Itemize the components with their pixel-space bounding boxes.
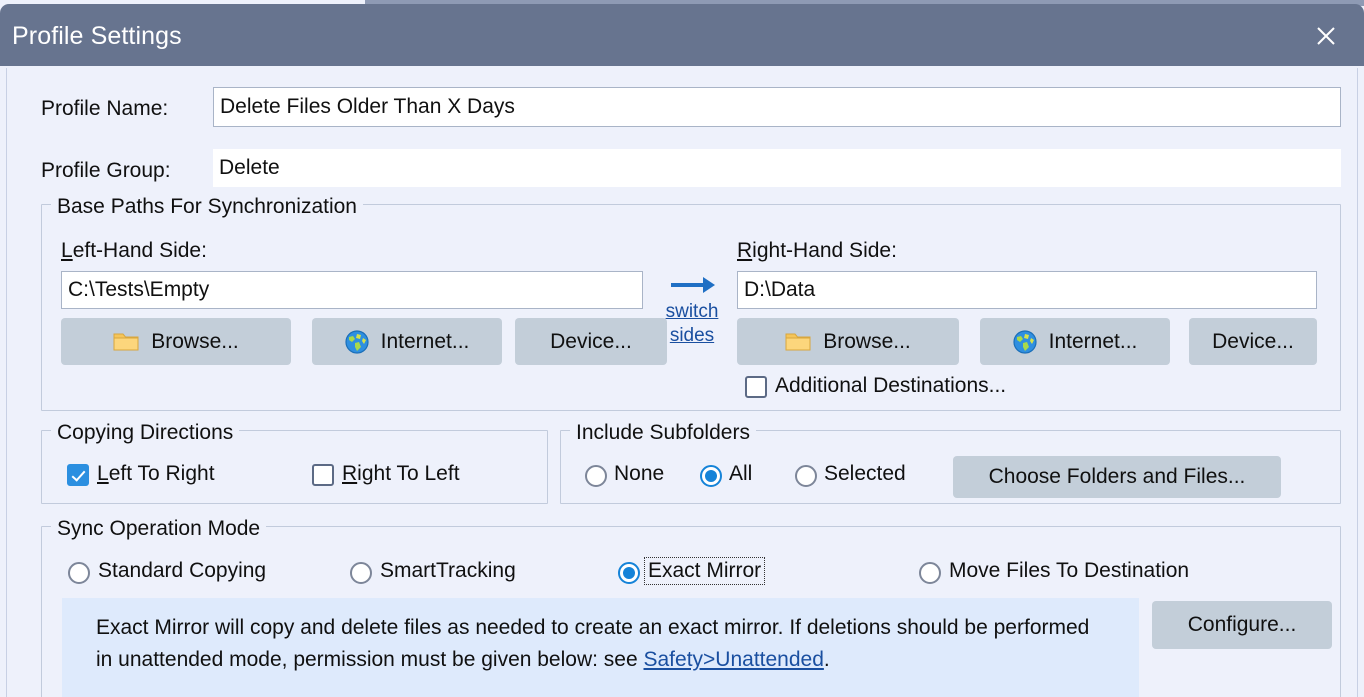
base-paths-legend: Base Paths For Synchronization xyxy=(51,195,363,219)
subfolders-radio-none[interactable] xyxy=(585,465,607,487)
left-hand-side-accel: L xyxy=(61,239,73,262)
sync-mode-label-move-files-to-destination[interactable]: Move Files To Destination xyxy=(949,559,1189,583)
sync-mode-radio-move-files-to-destination[interactable] xyxy=(919,562,941,584)
left-hand-side-label: Left-Hand Side: xyxy=(61,239,207,263)
sync-mode-radio-exact-mirror[interactable] xyxy=(618,562,640,584)
browse-left-button[interactable]: Browse... xyxy=(61,318,291,365)
profile-group-label: Profile Group: xyxy=(41,159,171,182)
globe-icon xyxy=(1013,329,1037,354)
additional-destinations-label[interactable]: Additional Destinations... xyxy=(775,374,1006,398)
folder-icon xyxy=(113,331,139,353)
globe-icon xyxy=(345,329,369,354)
dialog-body: Profile Name: Profile Group: Base Paths … xyxy=(6,68,1358,697)
copying-directions-legend: Copying Directions xyxy=(51,421,240,445)
folder-icon xyxy=(785,331,811,353)
choose-folders-and-files-label: Choose Folders and Files... xyxy=(988,465,1246,488)
left-hand-side-label-rest: eft-Hand Side: xyxy=(72,239,207,262)
additional-destinations-checkbox[interactable] xyxy=(745,376,767,398)
sync-mode-label-standard-copying[interactable]: Standard Copying xyxy=(98,559,266,583)
right-hand-side-input[interactable] xyxy=(737,271,1317,309)
browse-left-label: Browse... xyxy=(151,329,239,353)
device-right-button[interactable]: Device... xyxy=(1189,318,1317,365)
device-right-label: Device... xyxy=(1212,329,1294,353)
right-hand-side-label-rest: ight-Hand Side: xyxy=(752,239,897,262)
sync-mode-label-smarttracking[interactable]: SmartTracking xyxy=(380,559,516,583)
browse-right-button[interactable]: Browse... xyxy=(737,318,959,365)
right-to-left-label-rest: ight To Left xyxy=(357,462,460,485)
profile-name-input[interactable] xyxy=(213,87,1341,127)
left-to-right-accel: L xyxy=(97,462,109,485)
subfolders-radio-selected[interactable] xyxy=(795,465,817,487)
configure-label: Configure... xyxy=(1187,613,1297,636)
right-to-left-label[interactable]: Right To Left xyxy=(342,462,460,486)
sync-mode-info-panel: Exact Mirror will copy and delete files … xyxy=(62,598,1139,697)
device-left-button[interactable]: Device... xyxy=(515,318,667,365)
subfolders-radio-all[interactable] xyxy=(700,465,722,487)
left-to-right-label[interactable]: Left To Right xyxy=(97,462,215,486)
right-to-left-accel: R xyxy=(342,462,358,485)
internet-right-label: Internet... xyxy=(1048,329,1138,353)
sync-mode-radio-standard-copying[interactable] xyxy=(68,562,90,584)
choose-folders-and-files-button[interactable]: Choose Folders and Files... xyxy=(953,456,1281,498)
sync-mode-info-text-2: . xyxy=(823,648,830,671)
sync-mode-label-exact-mirror[interactable]: Exact Mirror xyxy=(643,557,766,585)
subfolders-label-all[interactable]: All xyxy=(729,462,752,486)
right-hand-side-label: Right-Hand Side: xyxy=(737,239,897,263)
left-to-right-label-rest: eft To Right xyxy=(108,462,215,485)
subfolders-label-none[interactable]: None xyxy=(614,462,664,486)
internet-right-button[interactable]: Internet... xyxy=(980,318,1170,365)
configure-button[interactable]: Configure... xyxy=(1152,601,1332,649)
left-hand-side-input[interactable] xyxy=(61,271,643,309)
include-subfolders-legend: Include Subfolders xyxy=(570,421,756,445)
title-bar: Profile Settings xyxy=(0,4,1364,66)
safety-unattended-link[interactable]: Safety>Unattended xyxy=(644,648,824,671)
close-icon[interactable] xyxy=(1306,18,1346,54)
left-to-right-checkbox[interactable] xyxy=(67,464,89,486)
browse-right-label: Browse... xyxy=(823,329,911,353)
sync-mode-info-text-1: Exact Mirror will copy and delete files … xyxy=(96,616,1090,671)
profile-name-label: Profile Name: xyxy=(41,97,169,120)
right-to-left-checkbox[interactable] xyxy=(312,464,334,486)
internet-left-label: Internet... xyxy=(380,329,470,353)
subfolders-label-selected[interactable]: Selected xyxy=(824,462,906,486)
sync-operation-mode-legend: Sync Operation Mode xyxy=(51,517,267,541)
arrow-right-icon xyxy=(671,277,715,293)
device-left-label: Device... xyxy=(550,329,632,353)
page-title: Profile Settings xyxy=(12,22,182,50)
right-hand-side-accel: R xyxy=(737,239,753,262)
profile-group-input[interactable] xyxy=(213,149,1341,187)
sync-mode-radio-smarttracking[interactable] xyxy=(350,562,372,584)
profile-settings-dialog: Profile Settings Profile Name: Profile G… xyxy=(0,0,1364,697)
internet-left-button[interactable]: Internet... xyxy=(312,318,502,365)
